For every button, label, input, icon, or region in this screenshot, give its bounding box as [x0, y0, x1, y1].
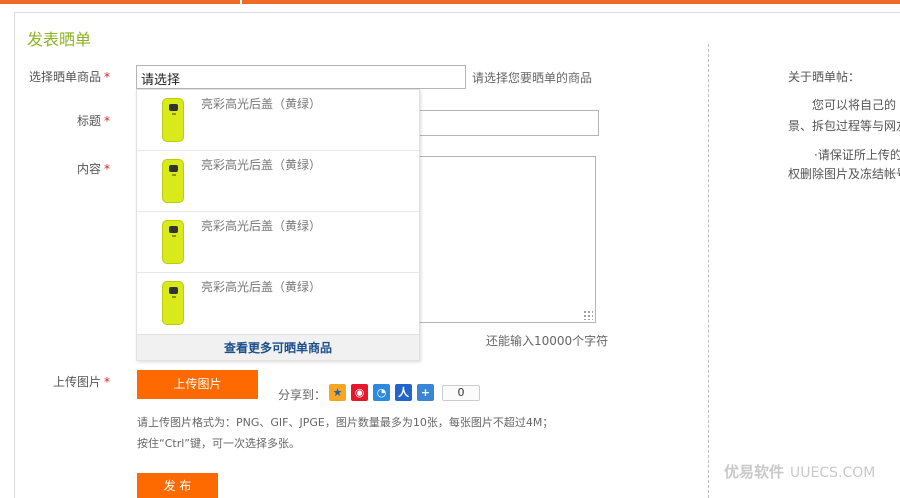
share-label: 分享到： — [278, 388, 327, 402]
dropdown-item-name: 亮彩高光后盖（黄绿） — [201, 97, 322, 111]
page-title: 发表晒单 — [27, 30, 92, 49]
sidebar-text: 景、拆包过程等与网友 — [788, 119, 900, 133]
dropdown-item[interactable]: 亮彩高光后盖（黄绿） — [137, 90, 419, 151]
char-counter: 还能输入10000个字符 — [486, 334, 609, 348]
required-mark: * — [104, 114, 110, 128]
more-share-icon[interactable]: + — [417, 384, 434, 401]
sidebar-text: 权删除图片及冻结帐号 — [788, 167, 900, 181]
weibo-share-icon[interactable]: ◉ — [351, 384, 368, 401]
top-accent-bar — [0, 0, 900, 4]
required-mark: * — [104, 162, 110, 176]
required-mark: * — [104, 70, 110, 84]
product-dropdown: 亮彩高光后盖（黄绿） 亮彩高光后盖（黄绿） 亮彩高光后盖（黄绿） 亮彩高光后盖（… — [136, 89, 420, 361]
sidebar-heading: 关于晒单帖： — [788, 70, 861, 84]
content-label: 内容 * — [76, 162, 110, 176]
dropdown-item[interactable]: 亮彩高光后盖（黄绿） — [137, 151, 419, 212]
title-label: 标题 * — [76, 114, 110, 128]
view-more-link[interactable]: 查看更多可晒单商品 — [137, 334, 419, 360]
dropdown-item[interactable]: 亮彩高光后盖（黄绿） — [137, 212, 419, 273]
upload-note-line2: 按住“Ctrl”键，可一次选择多张。 — [137, 437, 300, 450]
product-select[interactable]: 请选择 — [136, 65, 466, 89]
qzone-share-icon[interactable]: ★ — [329, 384, 346, 401]
upload-label: 上传图片 * — [52, 375, 110, 389]
product-thumbnail — [162, 281, 184, 325]
dropdown-item-name: 亮彩高光后盖（黄绿） — [201, 280, 322, 294]
product-thumbnail — [162, 220, 184, 264]
share-count: 0 — [442, 385, 480, 401]
dropdown-item-name: 亮彩高光后盖（黄绿） — [201, 158, 322, 172]
tencent-weibo-share-icon[interactable]: ◔ — [373, 384, 390, 401]
renren-share-icon[interactable]: 人 — [395, 384, 412, 401]
resize-grip-icon[interactable] — [583, 310, 593, 320]
top-bar-divider — [240, 0, 242, 4]
watermark: 优易软件 UUECS.COM — [724, 463, 876, 481]
product-label: 选择晒单商品 * — [28, 70, 110, 84]
upload-image-button[interactable]: 上传图片 — [137, 370, 258, 399]
product-thumbnail — [162, 159, 184, 203]
product-thumbnail — [162, 98, 184, 142]
publish-button[interactable]: 发 布 — [137, 473, 218, 498]
product-hint: 请选择您要晒单的商品 — [472, 71, 593, 85]
dropdown-item[interactable]: 亮彩高光后盖（黄绿） — [137, 273, 419, 334]
upload-note-line1: 请上传图片格式为：PNG、GIF、JPGE，图片数量最多为10张，每张图片不超过… — [137, 416, 554, 429]
dropdown-item-name: 亮彩高光后盖（黄绿） — [201, 219, 322, 233]
vertical-divider — [708, 44, 709, 498]
sidebar-text: 您可以将自己的 — [812, 98, 897, 112]
required-mark: * — [104, 375, 110, 389]
sidebar-text: ·请保证所上传的 — [814, 148, 900, 162]
